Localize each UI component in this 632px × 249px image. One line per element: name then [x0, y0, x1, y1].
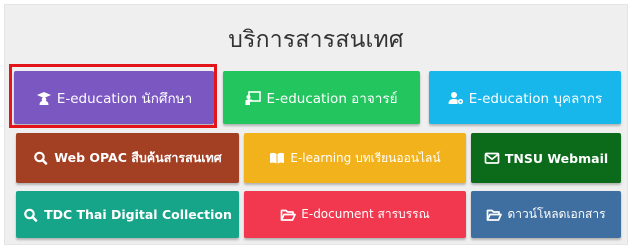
information-services-panel: บริการสารสนเทศ E-education นักศึกษา E-ed… — [4, 4, 628, 245]
graduate-icon — [36, 91, 52, 105]
envelope-icon — [484, 151, 500, 165]
download-documents-label: ดาวน์โหลดเอกสาร — [507, 207, 606, 221]
web-opac-button[interactable]: Web OPAC สืบค้นสารสนเทศ — [16, 133, 239, 183]
e-education-student-button[interactable]: E-education นักศึกษา — [14, 71, 214, 124]
e-education-staff-label: E-education บุคลากร — [468, 90, 603, 107]
folder-open-icon — [280, 208, 297, 222]
e-document-label: E-document สารบรรณ — [301, 207, 430, 221]
e-document-button[interactable]: E-document สารบรรณ — [244, 191, 466, 238]
search-icon — [33, 151, 49, 165]
panel-title: บริการสารสนเทศ — [228, 27, 404, 53]
book-icon — [269, 151, 285, 165]
user-gear-icon — [448, 91, 464, 105]
e-education-staff-button[interactable]: E-education บุคลากร — [429, 71, 621, 124]
e-education-student-label: E-education นักศึกษา — [56, 90, 193, 107]
e-education-teacher-label: E-education อาจารย์ — [266, 90, 398, 107]
tnsu-webmail-button[interactable]: TNSU Webmail — [471, 133, 621, 183]
search-icon — [23, 208, 39, 222]
web-opac-label: Web OPAC สืบค้นสารสนเทศ — [54, 150, 222, 165]
tdc-button[interactable]: TDC Thai Digital Collection — [16, 191, 239, 238]
tdc-label: TDC Thai Digital Collection — [44, 207, 232, 222]
tnsu-webmail-label: TNSU Webmail — [504, 150, 609, 166]
e-learning-button[interactable]: E-learning บทเรียนออนไลน์ — [244, 133, 466, 183]
download-documents-button[interactable]: ดาวน์โหลดเอกสาร — [471, 191, 621, 238]
teacher-board-icon — [245, 90, 262, 105]
folder-open-icon — [486, 208, 503, 222]
e-learning-label: E-learning บทเรียนออนไลน์ — [290, 150, 441, 165]
e-education-teacher-button[interactable]: E-education อาจารย์ — [223, 71, 420, 124]
